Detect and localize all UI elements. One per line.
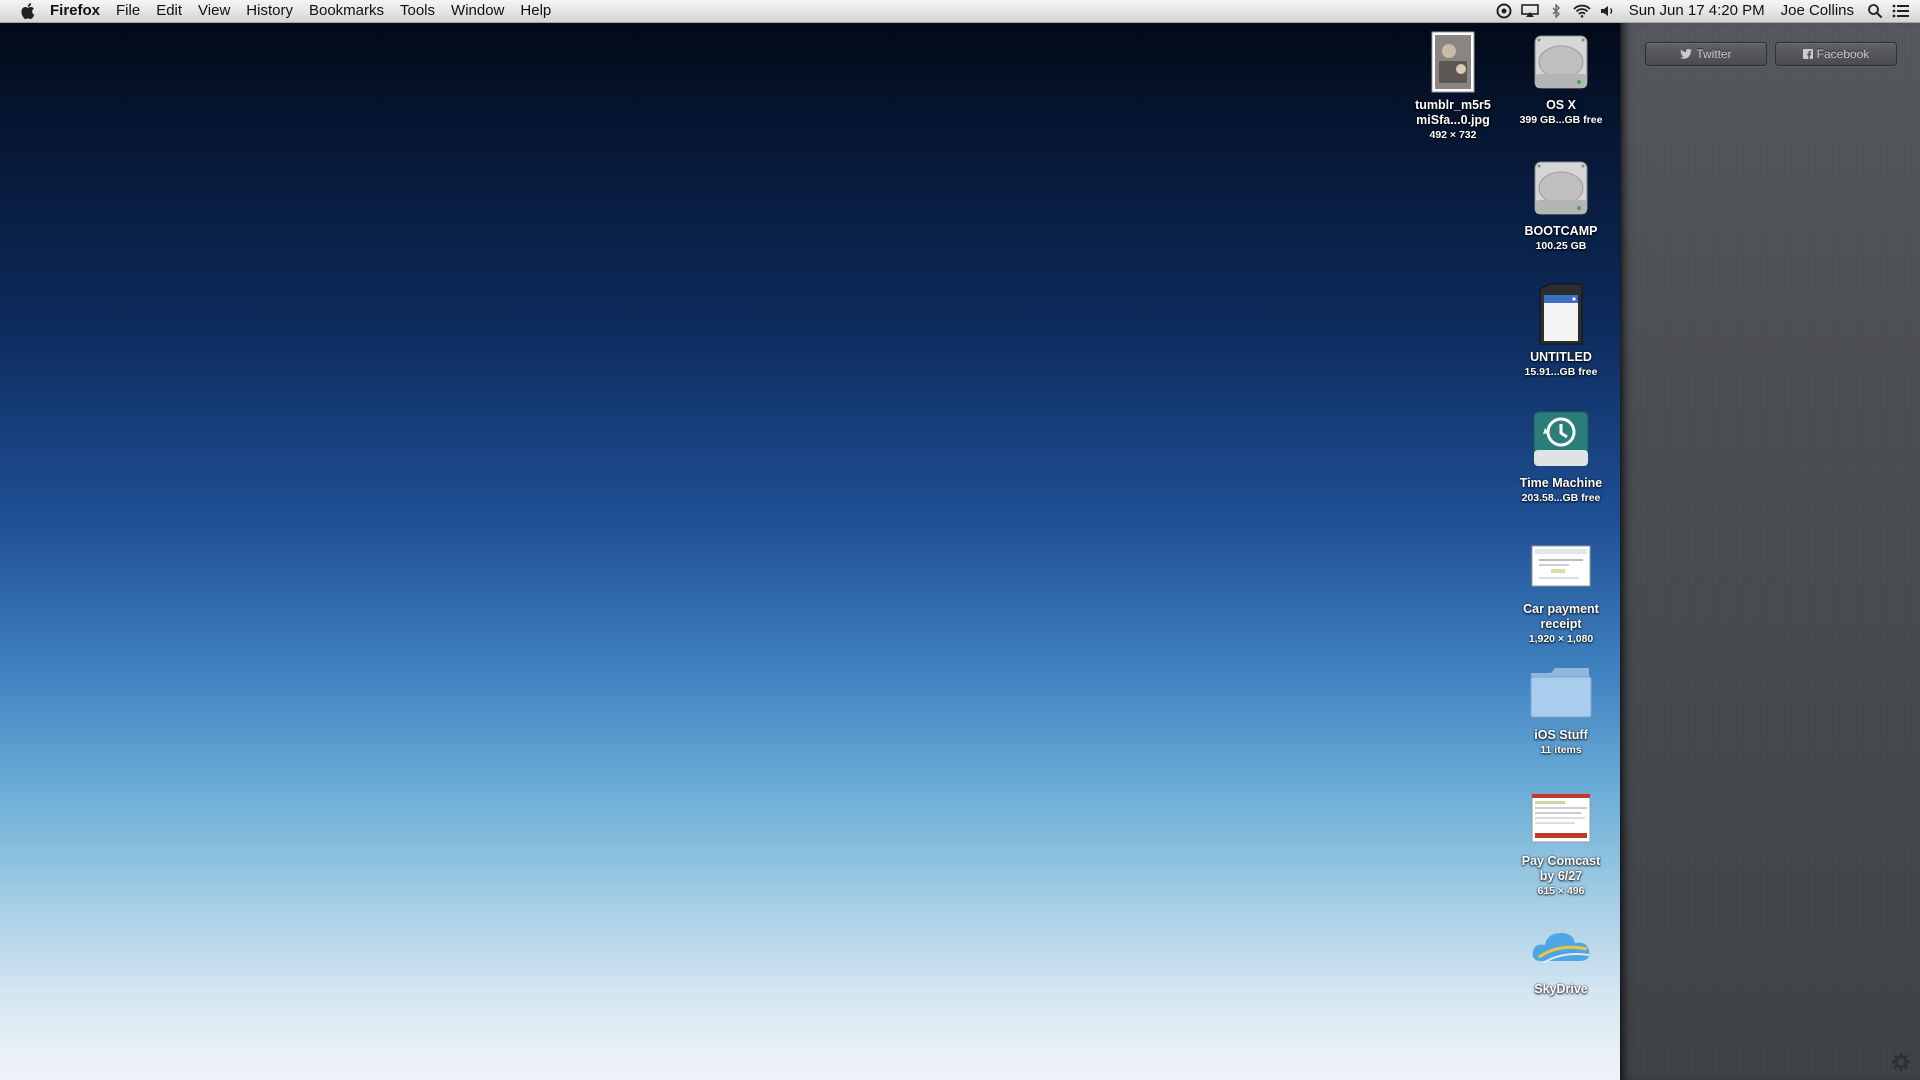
desktop-icon-car-payment-receipt[interactable]: Car payment receipt 1,920 × 1,080 [1506, 532, 1616, 646]
menu-tools[interactable]: Tools [392, 0, 443, 22]
hard-drive-icon [1526, 154, 1596, 222]
desktop-icon-osx-drive[interactable]: OS X 399 GB...GB free [1506, 28, 1616, 127]
sd-card-icon [1526, 280, 1596, 348]
wifi-icon[interactable] [1569, 0, 1595, 22]
desktop-icon-label: BOOTCAMP [1524, 224, 1598, 238]
notification-center-panel: Twitter Facebook [1620, 22, 1920, 1080]
desktop-icon-label: iOS Stuff [1534, 728, 1588, 742]
desktop-icon-label: UNTITLED [1530, 350, 1592, 364]
menu-bar: Firefox File Edit View History Bookmarks… [0, 0, 1920, 23]
spotlight-icon[interactable] [1862, 0, 1888, 22]
desktop-wallpaper [0, 0, 1620, 1080]
menu-help[interactable]: Help [512, 0, 559, 22]
desktop-icon-info: 399 GB...GB free [1519, 114, 1603, 126]
hard-drive-icon [1526, 28, 1596, 96]
desktop-icon-label-line2: by 6/27 [1539, 869, 1583, 883]
desktop-icon-time-machine[interactable]: Time Machine 203.58...GB free [1506, 406, 1616, 505]
desktop-icon-info: 203.58...GB free [1521, 492, 1601, 504]
facebook-button-label: Facebook [1816, 47, 1870, 61]
app-menu-firefox[interactable]: Firefox [42, 0, 108, 22]
bluetooth-icon[interactable] [1543, 0, 1569, 22]
menu-view[interactable]: View [190, 0, 238, 22]
facebook-share-button[interactable]: Facebook [1775, 42, 1897, 66]
desktop-icon-label-line2: miSfa...0.jpg [1416, 113, 1490, 127]
desktop-icon-tumblr-image[interactable]: tumblr_m5r5 miSfa...0.jpg 492 × 732 [1398, 28, 1508, 142]
screenshot-file-icon [1526, 532, 1596, 600]
desktop-icon-info: 15.91...GB free [1524, 366, 1598, 378]
desktop-icon-label: tumblr_m5r5 [1415, 98, 1491, 112]
desktop-icon-label: OS X [1546, 98, 1576, 112]
notification-center-icon[interactable] [1888, 0, 1914, 22]
desktop-icon-bootcamp-drive[interactable]: BOOTCAMP 100.25 GB [1506, 154, 1616, 253]
desktop-icon-label: Pay Comcast [1521, 854, 1601, 868]
gear-icon[interactable] [1891, 1052, 1911, 1072]
sync-icon[interactable] [1491, 0, 1517, 22]
desktop-icon-info: 1,920 × 1,080 [1528, 633, 1594, 645]
desktop-icon-label: SkyDrive [1534, 982, 1588, 996]
airplay-icon[interactable] [1517, 0, 1543, 22]
desktop-icon-label: Car payment [1523, 602, 1599, 616]
time-machine-drive-icon [1526, 406, 1596, 474]
apple-menu-icon[interactable] [0, 0, 42, 22]
volume-icon[interactable] [1595, 0, 1621, 22]
skydrive-icon [1526, 912, 1596, 980]
menu-history[interactable]: History [238, 0, 301, 22]
desktop-icon-label-line2: receipt [1540, 617, 1582, 631]
twitter-share-button[interactable]: Twitter [1645, 42, 1767, 66]
twitter-bird-icon [1680, 49, 1693, 59]
desktop-icon-info: 615 × 496 [1537, 885, 1585, 897]
desktop-icon-pay-comcast[interactable]: Pay Comcast by 6/27 615 × 496 [1506, 784, 1616, 898]
menubar-clock[interactable]: Sun Jun 17 4:20 PM [1621, 0, 1773, 22]
desktop-icon-info: 11 items [1540, 744, 1582, 756]
menu-window[interactable]: Window [443, 0, 512, 22]
menubar-user[interactable]: Joe Collins [1773, 0, 1862, 22]
webpage-screenshot-icon [1526, 784, 1596, 852]
desktop-icon-untitled-sd[interactable]: UNTITLED 15.91...GB free [1506, 280, 1616, 379]
facebook-f-icon [1802, 49, 1813, 59]
desktop-icon-skydrive[interactable]: SkyDrive [1506, 912, 1616, 997]
desktop-icon-info: 100.25 GB [1535, 240, 1587, 252]
twitter-button-label: Twitter [1696, 47, 1732, 61]
image-file-icon [1418, 28, 1488, 96]
desktop-icon-ios-stuff-folder[interactable]: iOS Stuff 11 items [1506, 658, 1616, 757]
menu-file[interactable]: File [108, 0, 148, 22]
desktop-icon-info: 492 × 732 [1429, 129, 1477, 141]
folder-icon [1526, 658, 1596, 726]
desktop-icon-label: Time Machine [1519, 476, 1603, 490]
menu-edit[interactable]: Edit [148, 0, 190, 22]
menu-bookmarks[interactable]: Bookmarks [301, 0, 392, 22]
